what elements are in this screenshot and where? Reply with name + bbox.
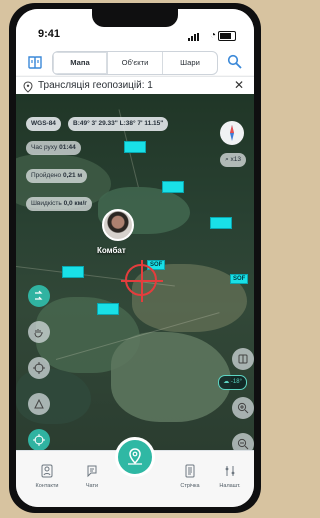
map-center-button[interactable] [115,437,155,477]
nav-contacts-label: Контакти [35,483,59,489]
avatar-name: Комбат [97,246,126,255]
coordinates-chip: B:49° 3' 29.33" L:38° 7' 11.15" [68,117,169,131]
speed-chip: Швидкість 0,0 км/г [26,197,92,211]
coords-system-chip: WGS-84 [26,117,61,131]
search-icon[interactable] [226,53,244,71]
temperature-value: -18° [230,379,242,385]
map-view[interactable]: WGS-84 B:49° 3' 29.33" L:38° 7' 11.15" Ч… [16,94,254,450]
location-icon [22,80,34,93]
book-icon[interactable] [26,54,44,72]
distance-label: Пройдено [31,172,62,179]
battery-icon [218,31,236,41]
nav-contacts[interactable]: Контакти [29,464,65,489]
map-terrain-patch [16,369,91,424]
temperature-badge: ☁ -18° [218,375,247,390]
zoom-level-chip: ⌕ x13 [220,153,246,167]
ruler-icon[interactable] [28,393,50,415]
bottom-navigation: Контакти Чати Стрічка Налашт. [16,437,254,507]
locate-icon[interactable] [28,429,50,450]
target-crosshair [121,260,163,302]
broadcast-text: Трансляція геопозицій: 1 [38,80,153,91]
speed-value: 0,0 км/г [63,200,87,207]
crosshair-icon[interactable] [28,357,50,379]
nav-chats[interactable]: Чати [74,464,110,489]
map-marker[interactable] [124,141,146,153]
distance-chip: Пройдено 0,21 м [26,169,88,183]
tab-layers[interactable]: Шари [162,52,217,74]
map-marker[interactable] [162,181,184,193]
nav-feed[interactable]: Стрічка [172,464,208,489]
tab-map[interactable]: Мапа [53,52,107,74]
layers-icon[interactable] [232,348,254,370]
map-terrain-patch [111,332,231,422]
zoom-out-icon[interactable] [232,433,254,450]
tab-objects[interactable]: Об'єкти [107,52,162,74]
nav-settings-label: Налашт. [219,483,241,489]
distance-value: 0,21 м [62,172,83,179]
map-marker[interactable] [97,303,119,315]
speed-label: Швидкість [31,200,62,207]
nav-chats-label: Чати [85,483,99,489]
nav-feed-label: Стрічка [180,483,200,489]
map-marker[interactable] [210,217,232,229]
phone-frame: 9:41 ◔ Мапа Об'єкти Шари Трансляція геоп… [9,3,261,513]
top-toolbar: Мапа Об'єкти Шари [16,49,254,75]
nav-settings[interactable]: Налашт. [212,464,248,489]
wifi-icon: ◔ [209,30,216,41]
zoom-in-icon[interactable] [232,397,254,419]
status-time: 9:41 [38,28,61,40]
signal-icon [188,33,202,41]
route-icon[interactable] [28,285,50,307]
geoposition-broadcast-banner: Трансляція геопозицій: 1 ✕ [16,76,254,95]
travel-time-value: 01:44 [59,144,76,151]
sof-marker[interactable]: SOF [230,274,249,284]
map-marker[interactable] [62,266,84,278]
travel-time-label: Час руху [31,144,58,151]
view-tabs: Мапа Об'єкти Шари [52,51,218,75]
app-screen: 9:41 ◔ Мапа Об'єкти Шари Трансляція геоп… [16,9,254,507]
close-icon[interactable]: ✕ [234,78,244,92]
hand-icon[interactable] [28,321,50,343]
compass-icon[interactable] [220,121,244,145]
device-notch [92,9,178,27]
travel-time-chip: Час руху 01:44 [26,141,81,155]
zoom-level-value: x13 [230,156,241,163]
avatar[interactable] [102,209,134,241]
